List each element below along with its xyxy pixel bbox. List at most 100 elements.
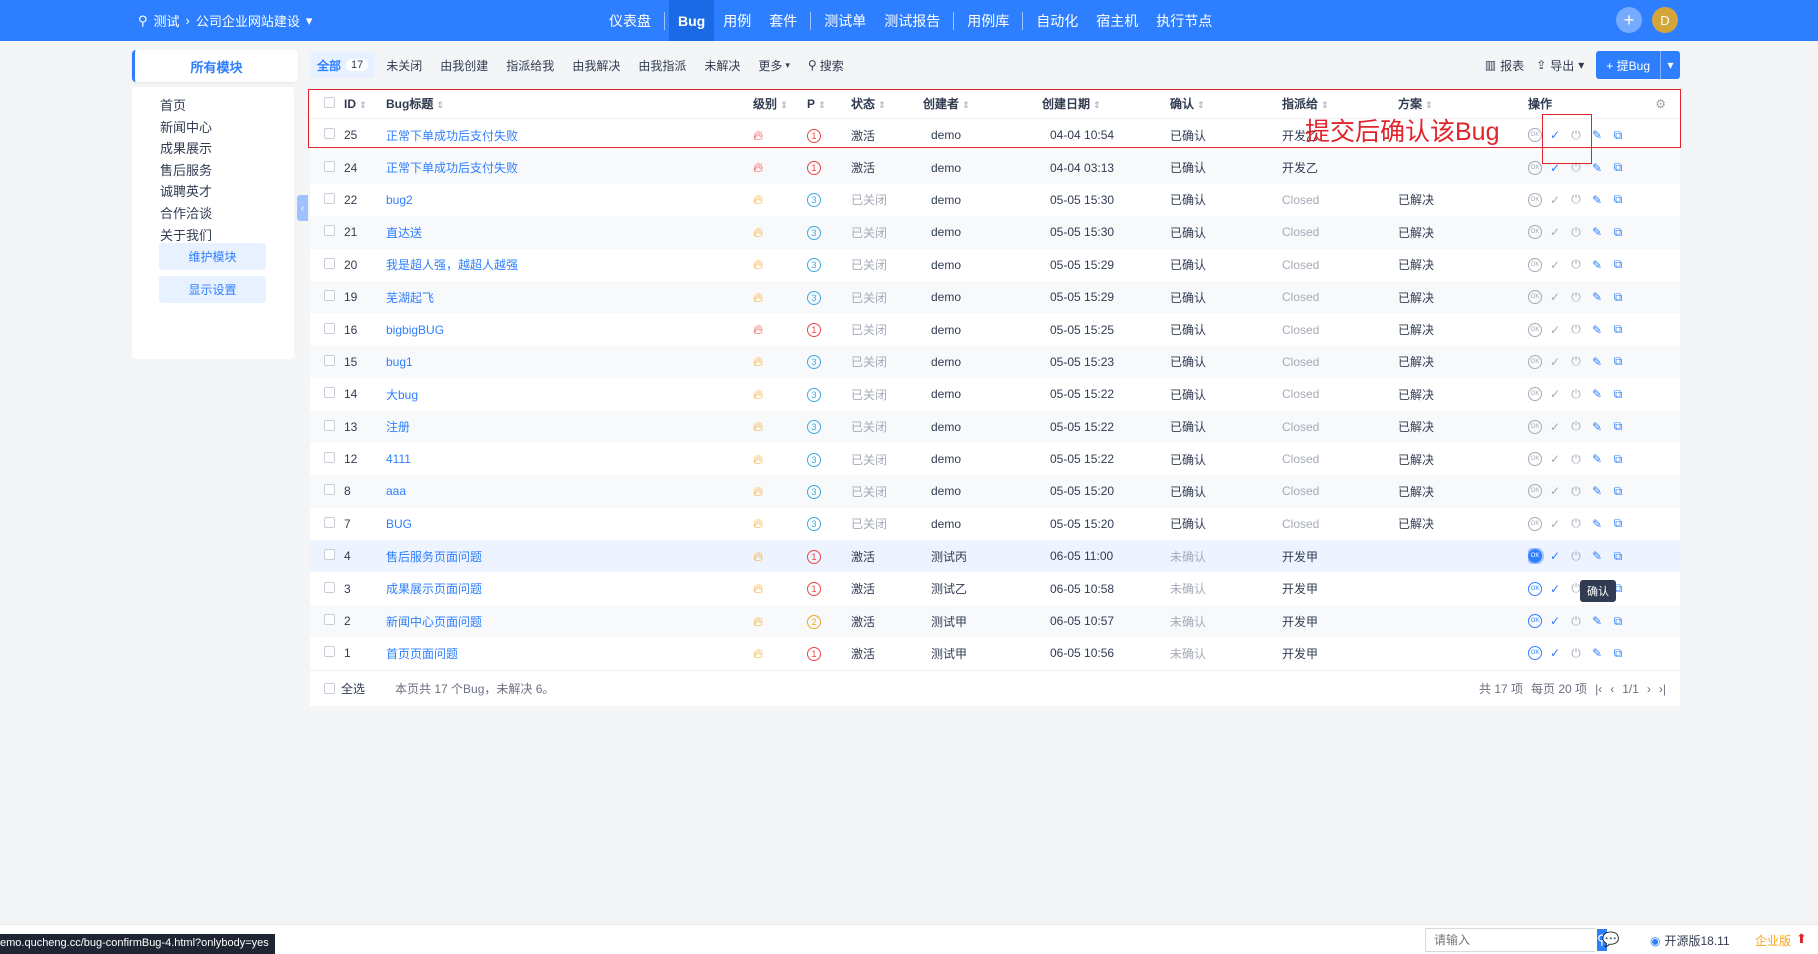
bug-assigned[interactable]: 开发甲 xyxy=(1282,548,1398,565)
row-checkbox[interactable] xyxy=(324,646,335,658)
select-all[interactable]: 全选 xyxy=(324,680,365,697)
bug-assigned[interactable]: Closed xyxy=(1282,484,1398,498)
bug-assigned[interactable]: Closed xyxy=(1282,452,1398,466)
resolve-icon[interactable]: ✓ xyxy=(1547,581,1563,597)
bug-assigned[interactable]: Closed xyxy=(1282,420,1398,434)
filter-tab[interactable]: 由我指派 xyxy=(631,52,693,78)
bug-title-link[interactable]: 首页页面问题 xyxy=(386,645,753,662)
resolve-icon[interactable]: ✓ xyxy=(1547,516,1563,532)
bug-assigned[interactable]: Closed xyxy=(1282,225,1398,239)
bug-title-link[interactable]: 芜湖起飞 xyxy=(386,289,753,306)
edit-icon[interactable]: ✎ xyxy=(1589,322,1605,338)
edit-icon[interactable]: ✎ xyxy=(1589,257,1605,273)
confirm-icon[interactable]: OK xyxy=(1528,322,1542,337)
resolve-icon[interactable]: ✓ xyxy=(1547,419,1563,435)
row-checkbox[interactable] xyxy=(324,484,335,496)
resolve-icon[interactable]: ✓ xyxy=(1547,289,1563,305)
resolve-icon[interactable]: ✓ xyxy=(1547,354,1563,370)
bug-title-link[interactable]: 我是超人强，越超人越强 xyxy=(386,256,753,273)
last-page-icon[interactable]: ›| xyxy=(1659,682,1666,696)
confirm-icon[interactable]: OK xyxy=(1528,387,1542,402)
edit-icon[interactable]: ✎ xyxy=(1589,386,1605,402)
bug-assigned[interactable]: Closed xyxy=(1282,323,1398,337)
close-bug-icon[interactable]: ⏻ xyxy=(1568,354,1584,370)
copy-icon[interactable]: ⧉ xyxy=(1610,548,1626,564)
filter-tab[interactable]: 指派给我 xyxy=(499,52,561,78)
nav-item[interactable]: Bug xyxy=(669,0,715,41)
edit-icon[interactable]: ✎ xyxy=(1589,613,1605,629)
close-bug-icon[interactable]: ⏻ xyxy=(1568,645,1584,661)
row-checkbox[interactable] xyxy=(324,225,335,237)
bug-assigned[interactable]: 开发甲 xyxy=(1282,613,1398,630)
edit-icon[interactable]: ✎ xyxy=(1589,192,1605,208)
copy-icon[interactable]: ⧉ xyxy=(1610,613,1626,629)
close-bug-icon[interactable]: ⏻ xyxy=(1568,516,1584,532)
module-item[interactable]: 首页 xyxy=(160,95,186,114)
confirm-icon[interactable]: OK xyxy=(1528,452,1542,467)
resolve-icon[interactable]: ✓ xyxy=(1547,224,1563,240)
table-row[interactable]: 15 bug1 🔥︎ 3 已关闭 demo 05-05 15:23 已确认 Closed 已解决 O… xyxy=(310,345,1680,379)
confirm-icon[interactable]: OK xyxy=(1528,192,1542,207)
nav-item[interactable]: 执行节点 xyxy=(1147,0,1221,41)
global-search-input[interactable] xyxy=(1426,929,1597,951)
close-bug-icon[interactable]: ⏻ xyxy=(1568,289,1584,305)
module-item[interactable]: 新闻中心 xyxy=(160,117,212,136)
maintain-modules-button[interactable]: 维护模块 xyxy=(159,243,266,270)
table-row[interactable]: 4 售后服务页面问题 🔥︎ 1 激活 测试丙 06-05 11:00 未确认 开发甲 OK ✓ ⏻ ✎ ⧉ xyxy=(310,540,1680,573)
row-checkbox[interactable] xyxy=(324,419,335,431)
product-breadcrumb[interactable]: ⚲ 测试 › 公司企业网站建设 ▾ xyxy=(138,0,312,41)
row-checkbox[interactable] xyxy=(324,160,335,172)
bug-title-link[interactable]: 注册 xyxy=(386,418,753,435)
first-page-icon[interactable]: |‹ xyxy=(1595,682,1602,696)
bug-title-link[interactable]: 4111 xyxy=(386,452,753,466)
table-row[interactable]: 20 我是超人强，越超人越强 🔥︎ 3 已关闭 demo 05-05 15:29 已确认 Clo… xyxy=(310,249,1680,281)
close-bug-icon[interactable]: ⏻ xyxy=(1568,224,1584,240)
copy-icon[interactable]: ⧉ xyxy=(1610,386,1626,402)
close-bug-icon[interactable]: ⏻ xyxy=(1568,257,1584,273)
close-bug-icon[interactable]: ⏻ xyxy=(1568,613,1584,629)
bug-title-link[interactable]: 售后服务页面问题 xyxy=(386,548,753,565)
collapse-sidebar-icon[interactable]: ‹ xyxy=(297,195,308,221)
per-page-select[interactable]: 每页 20 项 xyxy=(1531,680,1587,697)
table-row[interactable]: 8 aaa 🔥︎ 3 已关闭 demo 05-05 15:20 已确认 Closed 已解决 OK ✓… xyxy=(310,475,1680,508)
bug-title-link[interactable]: 成果展示页面问题 xyxy=(386,580,753,597)
copy-icon[interactable]: ⧉ xyxy=(1610,645,1626,661)
close-bug-icon[interactable]: ⏻ xyxy=(1568,451,1584,467)
resolve-icon[interactable]: ✓ xyxy=(1547,322,1563,338)
copy-icon[interactable]: ⧉ xyxy=(1610,322,1626,338)
resolve-icon[interactable]: ✓ xyxy=(1547,257,1563,273)
edit-icon[interactable]: ✎ xyxy=(1589,548,1605,564)
resolve-icon[interactable]: ✓ xyxy=(1547,645,1563,661)
module-item[interactable]: 关于我们 xyxy=(160,225,212,244)
copy-icon[interactable]: ⧉ xyxy=(1610,483,1626,499)
bug-title-link[interactable]: 正常下单成功后支付失败 xyxy=(386,159,753,176)
nav-item[interactable]: 自动化 xyxy=(1027,0,1087,41)
table-row[interactable]: 7 BUG 🔥︎ 3 已关闭 demo 05-05 15:20 已确认 Closed 已解决 OK ✓… xyxy=(310,508,1680,540)
bug-assigned[interactable]: Closed xyxy=(1282,517,1398,531)
close-bug-icon[interactable]: ⏻ xyxy=(1568,483,1584,499)
copy-icon[interactable]: ⧉ xyxy=(1610,160,1626,176)
confirm-icon[interactable]: OK xyxy=(1528,614,1542,629)
copy-icon[interactable]: ⧉ xyxy=(1610,289,1626,305)
row-checkbox[interactable] xyxy=(324,322,335,334)
filter-tab[interactable]: 未解决 xyxy=(697,52,747,78)
row-checkbox[interactable] xyxy=(324,452,335,464)
confirm-icon[interactable]: OK xyxy=(1528,548,1544,565)
edit-icon[interactable]: ✎ xyxy=(1589,645,1605,661)
confirm-icon[interactable]: OK xyxy=(1528,225,1542,240)
module-item[interactable]: 诚聘英才 xyxy=(160,181,212,200)
copy-icon[interactable]: ⧉ xyxy=(1610,224,1626,240)
all-modules-tab[interactable]: 所有模块 xyxy=(132,50,298,82)
report-link[interactable]: ▥ 报表 xyxy=(1485,57,1524,74)
resolve-icon[interactable]: ✓ xyxy=(1547,613,1563,629)
table-row[interactable]: 13 注册 🔥︎ 3 已关闭 demo 05-05 15:22 已确认 Closed 已解决 OK ✓… xyxy=(310,410,1680,443)
bug-assigned[interactable]: Closed xyxy=(1282,355,1398,369)
confirm-icon[interactable]: OK xyxy=(1528,160,1542,175)
row-checkbox[interactable] xyxy=(324,257,335,269)
filter-more-dropdown[interactable]: 更多 ▾ xyxy=(751,52,797,78)
enterprise-link[interactable]: 企业版 xyxy=(1755,932,1791,949)
table-row[interactable]: 24 正常下单成功后支付失败 🔥︎ 1 激活 demo 04-04 03:13 已确认 开发乙 O… xyxy=(310,151,1680,184)
prev-page-icon[interactable]: ‹ xyxy=(1610,682,1614,696)
filter-tab[interactable]: 未关闭 xyxy=(379,52,429,78)
edit-icon[interactable]: ✎ xyxy=(1589,516,1605,532)
